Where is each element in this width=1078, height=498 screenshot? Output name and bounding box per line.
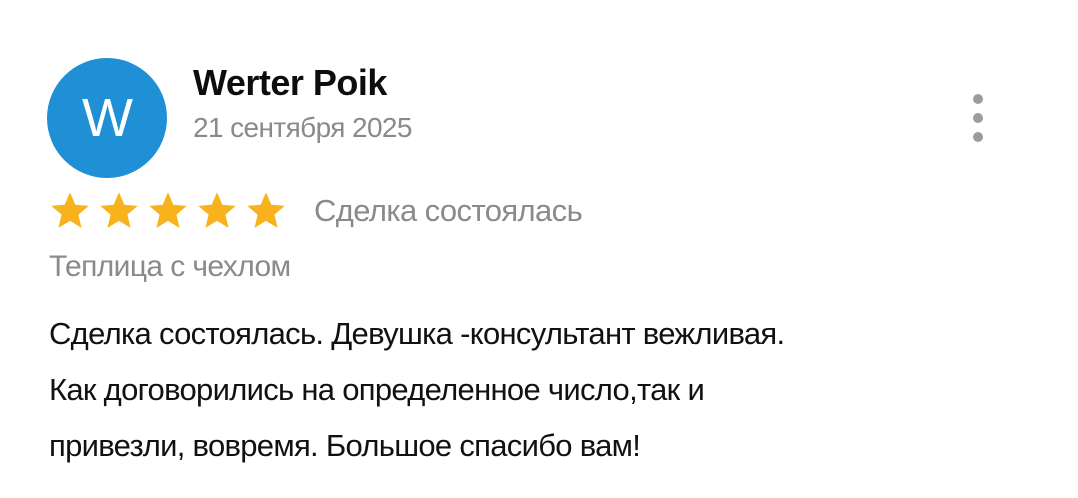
author-name[interactable]: Werter Poik xyxy=(193,62,387,104)
avatar[interactable]: W xyxy=(47,58,167,178)
more-options-button[interactable] xyxy=(962,94,994,142)
review-text-line: привезли, вовремя. Большое спасибо вам! xyxy=(49,428,641,463)
rating-row: Сделка состоялась xyxy=(48,186,583,236)
star-icon xyxy=(149,192,187,228)
review-text: Сделка состоялась. Девушка -консультант … xyxy=(49,306,1039,474)
star-icon xyxy=(247,192,285,228)
avatar-letter: W xyxy=(82,88,133,148)
product-name[interactable]: Теплица с чехлом xyxy=(49,250,291,284)
more-vertical-icon xyxy=(973,132,983,142)
star-icon xyxy=(198,192,236,228)
star-icon xyxy=(100,192,138,228)
review-text-line: Как договорились на определенное число,т… xyxy=(49,372,705,407)
star-rating xyxy=(48,189,288,233)
deal-status: Сделка состоялась xyxy=(314,193,583,228)
more-vertical-icon xyxy=(973,94,983,104)
more-vertical-icon xyxy=(973,113,983,123)
review-card: W Werter Poik 21 сентября 2025 Сделка со… xyxy=(0,0,1078,498)
star-icon xyxy=(51,192,89,228)
review-text-line: Сделка состоялась. Девушка -консультант … xyxy=(49,316,785,351)
review-date: 21 сентября 2025 xyxy=(193,112,412,143)
